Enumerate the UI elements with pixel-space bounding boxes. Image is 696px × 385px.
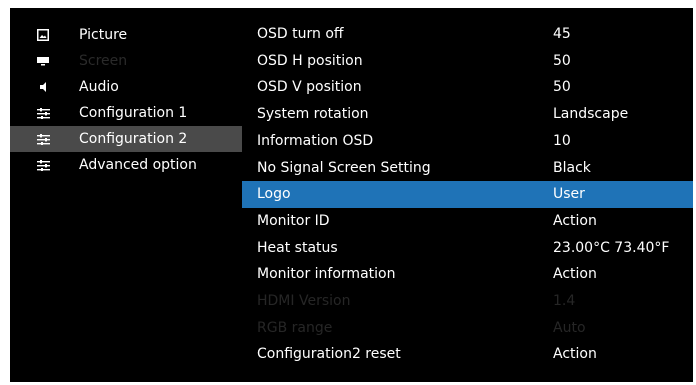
setting-name: System rotation bbox=[257, 106, 369, 123]
setting-row-heat-status[interactable]: Heat status 23.00°C 73.40°F bbox=[242, 235, 693, 262]
setting-name: Monitor ID bbox=[257, 212, 330, 229]
setting-value: 23.00°C 73.40°F bbox=[553, 239, 670, 256]
setting-value: 10 bbox=[553, 132, 571, 149]
sidebar-item-picture[interactable]: Picture bbox=[10, 22, 242, 48]
setting-row-system-rotation[interactable]: System rotation Landscape bbox=[242, 101, 693, 128]
setting-value: User bbox=[553, 186, 585, 203]
setting-value: Action bbox=[553, 346, 597, 363]
setting-row-osd-turn-off[interactable]: OSD turn off 45 bbox=[242, 21, 693, 48]
setting-row-information-osd[interactable]: Information OSD 10 bbox=[242, 128, 693, 155]
setting-value: Landscape bbox=[553, 106, 629, 123]
setting-value: 45 bbox=[553, 26, 571, 42]
setting-row-hdmi-version: HDMI Version 1.4 bbox=[242, 288, 693, 315]
setting-name: OSD V position bbox=[257, 79, 362, 96]
setting-row-monitor-information[interactable]: Monitor information Action bbox=[242, 261, 693, 288]
sidebar-item-label: Advanced option bbox=[79, 157, 197, 173]
sidebar-item-label: Configuration 2 bbox=[79, 131, 188, 147]
setting-name: Configuration2 reset bbox=[257, 346, 401, 363]
setting-name: Information OSD bbox=[257, 132, 374, 149]
settings-list: OSD turn off 45 OSD H position 50 OSD V … bbox=[242, 8, 693, 382]
setting-value: 50 bbox=[553, 52, 571, 69]
sidebar-item-label: Picture bbox=[79, 27, 128, 43]
setting-name: HDMI Version bbox=[257, 293, 351, 309]
sliders-icon bbox=[36, 132, 50, 146]
sidebar-item-configuration-1[interactable]: Configuration 1 bbox=[10, 100, 242, 126]
sliders-icon bbox=[36, 158, 50, 172]
setting-name: Logo bbox=[257, 186, 291, 203]
setting-value: 1.4 bbox=[553, 293, 576, 309]
screen-icon bbox=[36, 54, 50, 68]
sidebar-item-advanced-option[interactable]: Advanced option bbox=[10, 152, 242, 178]
osd-menu: Picture Screen Audio Configuration 1 Con… bbox=[10, 8, 693, 382]
category-sidebar: Picture Screen Audio Configuration 1 Con… bbox=[10, 8, 242, 382]
setting-value: Black bbox=[553, 159, 591, 176]
speaker-icon bbox=[36, 80, 50, 94]
sidebar-item-configuration-2[interactable]: Configuration 2 bbox=[10, 126, 242, 152]
setting-value: Action bbox=[553, 212, 597, 229]
setting-row-rgb-range: RGB range Auto bbox=[242, 315, 693, 342]
sidebar-item-label: Audio bbox=[79, 79, 119, 95]
setting-value: Action bbox=[553, 266, 597, 283]
sidebar-item-label: Configuration 1 bbox=[79, 105, 188, 121]
setting-value: Auto bbox=[553, 319, 586, 336]
sidebar-item-audio[interactable]: Audio bbox=[10, 74, 242, 100]
setting-name: No Signal Screen Setting bbox=[257, 159, 431, 176]
setting-row-osd-h-position[interactable]: OSD H position 50 bbox=[242, 48, 693, 75]
setting-value: 50 bbox=[553, 79, 571, 96]
setting-name: OSD turn off bbox=[257, 26, 344, 42]
setting-name: Heat status bbox=[257, 239, 338, 256]
sidebar-item-label: Screen bbox=[79, 53, 128, 69]
setting-row-logo[interactable]: Logo User bbox=[242, 181, 693, 208]
setting-row-configuration2-reset[interactable]: Configuration2 reset Action bbox=[242, 341, 693, 368]
picture-icon bbox=[36, 28, 50, 42]
setting-name: OSD H position bbox=[257, 52, 363, 69]
setting-name: Monitor information bbox=[257, 266, 396, 283]
sidebar-item-screen[interactable]: Screen bbox=[10, 48, 242, 74]
setting-row-monitor-id[interactable]: Monitor ID Action bbox=[242, 208, 693, 235]
setting-row-osd-v-position[interactable]: OSD V position 50 bbox=[242, 74, 693, 101]
setting-row-no-signal-screen-setting[interactable]: No Signal Screen Setting Black bbox=[242, 155, 693, 182]
setting-name: RGB range bbox=[257, 319, 333, 336]
sliders-icon bbox=[36, 106, 50, 120]
